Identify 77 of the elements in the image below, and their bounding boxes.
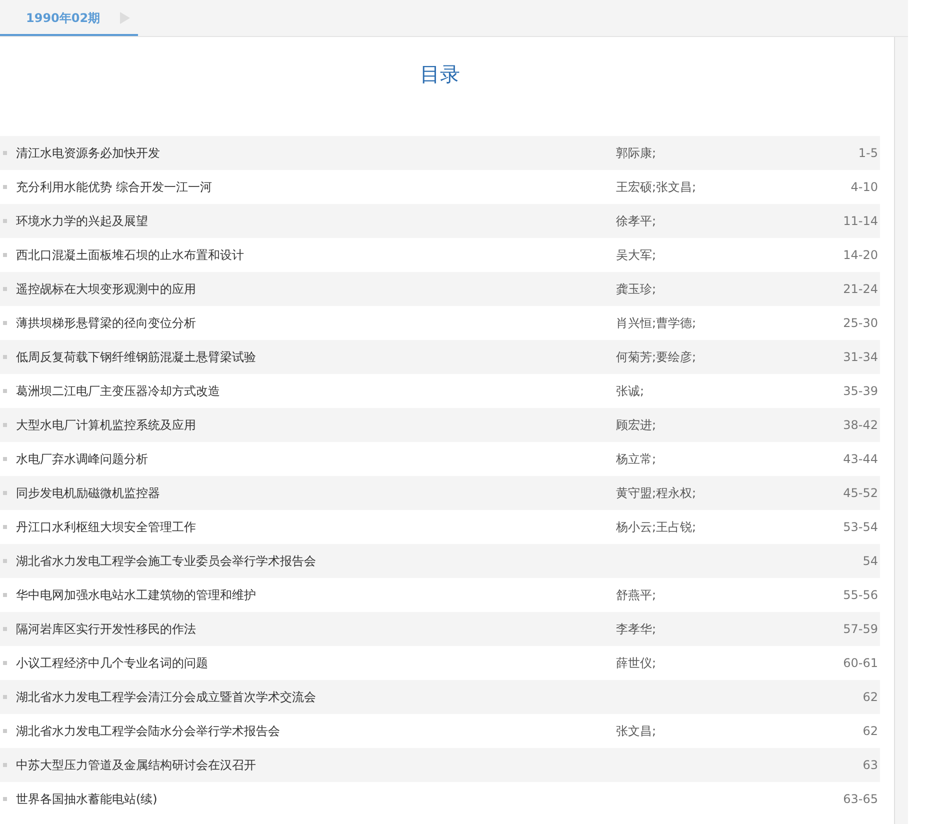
page-range: 53-54 xyxy=(842,520,879,534)
article-title[interactable]: 湖北省水力发电工程学会陆水分会举行学术报告会 xyxy=(16,722,616,740)
article-title[interactable]: 葛洲坝二江电厂主变压器冷却方式改造 xyxy=(16,382,616,400)
bullet-icon xyxy=(3,355,7,359)
bullet-icon xyxy=(3,695,7,699)
page-range: 63 xyxy=(862,758,879,772)
bullet-icon xyxy=(3,559,7,563)
article-title[interactable]: 西北口混凝土面板堆石坝的止水布置和设计 xyxy=(16,246,616,264)
article-authors: 王宏硕;张文昌; xyxy=(616,180,696,194)
article-title[interactable]: 同步发电机励磁微机监控器 xyxy=(16,484,616,502)
page-range: 1-5 xyxy=(857,146,879,160)
bullet-icon xyxy=(3,729,7,733)
article-title[interactable]: 中苏大型压力管道及金属结构研讨会在汉召开 xyxy=(16,756,616,774)
page-range: 25-30 xyxy=(842,316,879,330)
page-range: 57-59 xyxy=(842,622,879,636)
page-range: 11-14 xyxy=(842,214,879,228)
article-authors: 舒燕平; xyxy=(616,588,656,602)
article-title[interactable]: 华中电网加强水电站水工建筑物的管理和维护 xyxy=(16,586,616,604)
bullet-icon xyxy=(3,661,7,665)
bullet-icon xyxy=(3,219,7,223)
article-title[interactable]: 小议工程经济中几个专业名词的问题 xyxy=(16,654,616,672)
article-authors: 龚玉珍; xyxy=(616,282,656,296)
article-authors: 郭际康; xyxy=(616,146,656,160)
bullet-icon xyxy=(3,525,7,529)
bullet-icon xyxy=(3,287,7,291)
page-range: 54 xyxy=(862,554,879,568)
article-authors: 李孝华; xyxy=(616,622,656,636)
article-authors: 黄守盟;程永权; xyxy=(616,486,696,500)
page-range: 4-10 xyxy=(850,180,879,194)
page-range: 14-20 xyxy=(842,248,879,262)
bullet-icon xyxy=(3,185,7,189)
page-range: 38-42 xyxy=(842,418,879,432)
bullet-icon xyxy=(3,491,7,495)
page-range: 35-39 xyxy=(842,384,879,398)
article-title[interactable]: 充分利用水能优势 综合开发一江一河 xyxy=(16,178,616,196)
bullet-icon xyxy=(3,763,7,767)
page-range: 62 xyxy=(862,690,879,704)
article-title[interactable]: 丹江口水利枢纽大坝安全管理工作 xyxy=(16,518,616,536)
bullet-icon xyxy=(3,253,7,257)
article-title[interactable]: 清江水电资源务必加快开发 xyxy=(16,144,616,162)
article-title[interactable]: 隔河岩库区实行开发性移民的作法 xyxy=(16,620,616,638)
page-range: 60-61 xyxy=(842,656,879,670)
bullet-icon xyxy=(3,457,7,461)
article-title[interactable]: 环境水力学的兴起及展望 xyxy=(16,212,616,230)
article-title[interactable]: 大型水电厂计算机监控系统及应用 xyxy=(16,416,616,434)
bullet-icon xyxy=(3,151,7,155)
article-authors: 张诚; xyxy=(616,384,644,398)
article-title[interactable]: 遥控觇标在大坝变形观测中的应用 xyxy=(16,280,616,298)
bullet-icon xyxy=(3,593,7,597)
page-title: 目录 xyxy=(420,61,460,88)
page-range: 31-34 xyxy=(842,350,879,364)
article-authors: 肖兴恒;曹学德; xyxy=(616,316,696,330)
page-range: 63-65 xyxy=(842,792,879,806)
article-title[interactable]: 低周反复荷载下钢纤维钢筋混凝土悬臂梁试验 xyxy=(16,348,616,366)
page-range: 43-44 xyxy=(842,452,879,466)
article-title[interactable]: 湖北省水力发电工程学会清江分会成立暨首次学术交流会 xyxy=(16,688,616,706)
article-authors: 吴大军; xyxy=(616,248,656,262)
article-authors: 顾宏进; xyxy=(616,418,656,432)
bullet-icon xyxy=(3,321,7,325)
article-authors: 薛世仪; xyxy=(616,656,656,670)
article-authors: 张文昌; xyxy=(616,724,656,738)
page-range: 21-24 xyxy=(842,282,879,296)
page-range: 55-56 xyxy=(842,588,879,602)
article-title[interactable]: 薄拱坝梯形悬臂梁的径向变位分析 xyxy=(16,314,616,332)
page-range: 45-52 xyxy=(842,486,879,500)
bullet-icon xyxy=(3,797,7,801)
article-title[interactable]: 水电厂弃水调峰问题分析 xyxy=(16,450,616,468)
article-authors: 杨立常; xyxy=(616,452,656,466)
page-range: 62 xyxy=(862,724,879,738)
article-authors: 何菊芳;要绘彦; xyxy=(616,350,696,364)
article-title[interactable]: 湖北省水力发电工程学会施工专业委员会举行学术报告会 xyxy=(16,552,616,570)
article-authors: 徐孝平; xyxy=(616,214,656,228)
bullet-icon xyxy=(3,389,7,393)
article-authors: 杨小云;王占锐; xyxy=(616,520,696,534)
bullet-icon xyxy=(3,627,7,631)
article-title[interactable]: 世界各国抽水蓄能电站(续) xyxy=(16,790,616,808)
bullet-icon xyxy=(3,423,7,427)
